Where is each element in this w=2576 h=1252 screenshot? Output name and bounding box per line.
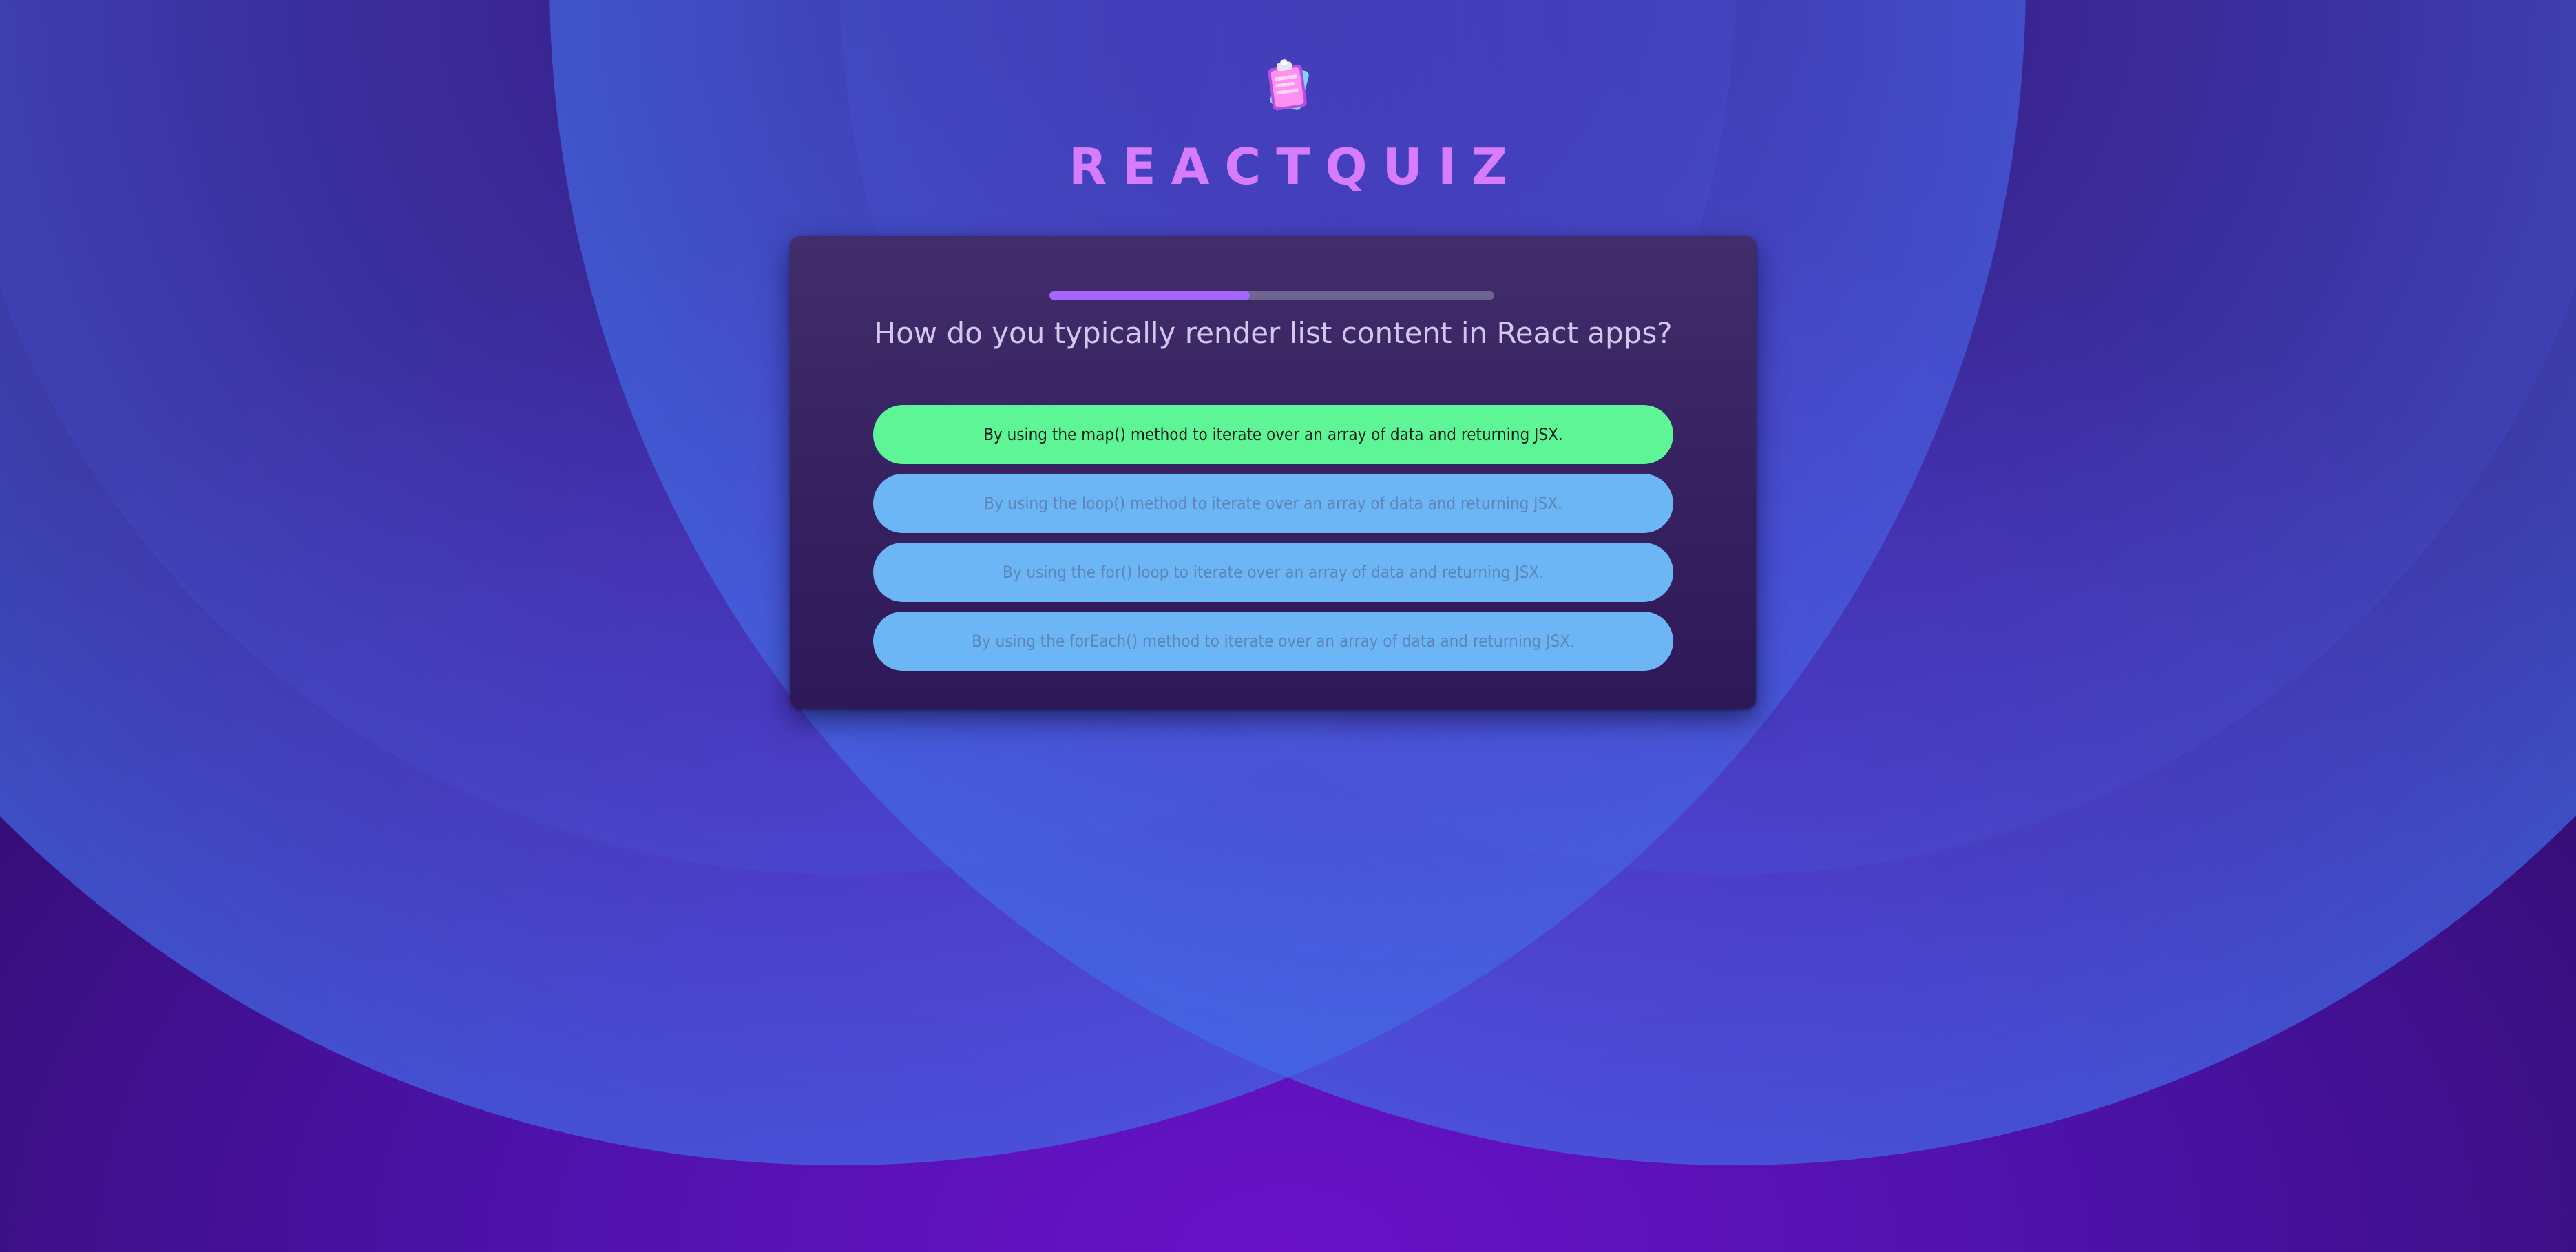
answer-option[interactable]: By using the forEach() method to iterate… xyxy=(873,612,1673,671)
question-text: How do you typically render list content… xyxy=(874,316,1673,350)
answer-option-correct[interactable]: By using the map() method to iterate ove… xyxy=(873,405,1673,464)
clipboard-icon xyxy=(1267,59,1309,111)
quiz-card: How do you typically render list content… xyxy=(790,236,1756,709)
app-title: REACTQUIZ xyxy=(1069,138,1522,196)
answer-option[interactable]: By using the loop() method to iterate ov… xyxy=(873,474,1673,533)
progress-fill xyxy=(1049,291,1250,300)
app-header: REACTQUIZ xyxy=(0,55,2576,191)
answer-option[interactable]: By using the for() loop to iterate over … xyxy=(873,543,1673,602)
answer-list: By using the map() method to iterate ove… xyxy=(873,405,1673,680)
progress-bar xyxy=(1049,291,1494,300)
